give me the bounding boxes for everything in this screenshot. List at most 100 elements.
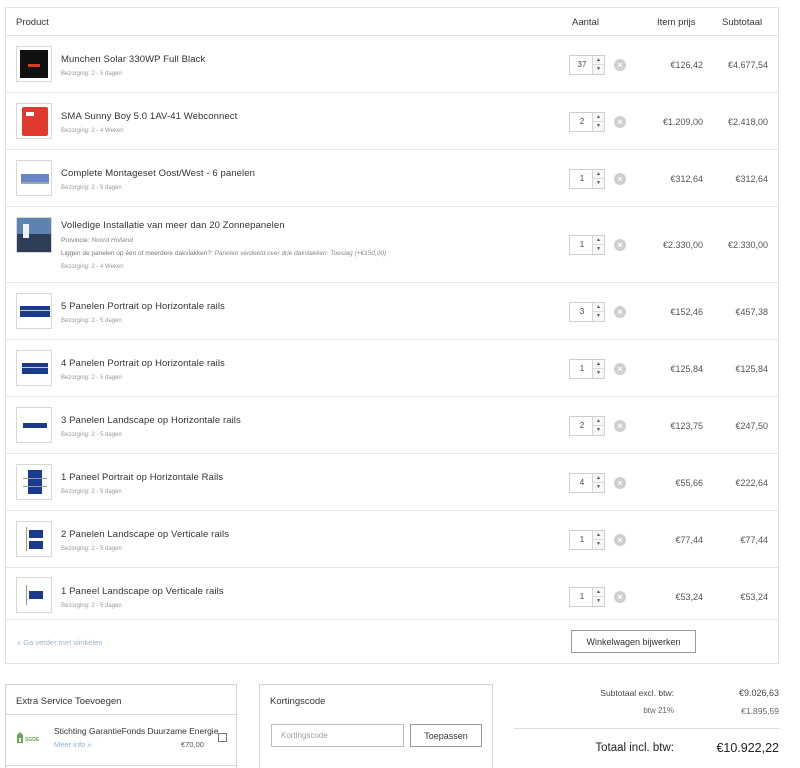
product-thumbnail[interactable]: [16, 407, 52, 443]
quantity-value[interactable]: 37: [572, 60, 592, 69]
quantity-spinner[interactable]: ▲ ▼: [592, 531, 604, 549]
item-price: €126,42: [670, 60, 703, 70]
spin-up-icon[interactable]: ▲: [593, 236, 604, 245]
product-name[interactable]: 3 Panelen Landscape op Horizontale rails: [61, 415, 241, 426]
quantity-stepper[interactable]: 37 ▲ ▼: [569, 55, 605, 75]
remove-item-icon[interactable]: ×: [614, 306, 626, 318]
spin-down-icon[interactable]: ▼: [593, 312, 604, 321]
spin-down-icon[interactable]: ▼: [593, 426, 604, 435]
product-thumbnail[interactable]: [16, 350, 52, 386]
product-name[interactable]: SMA Sunny Boy 5.0 1AV-41 Webconnect: [61, 111, 237, 122]
remove-item-icon[interactable]: ×: [614, 534, 626, 546]
spin-up-icon[interactable]: ▲: [593, 588, 604, 597]
item-price: €2.330,00: [662, 240, 703, 250]
quantity-stepper[interactable]: 1 ▲ ▼: [569, 169, 605, 189]
service-checkbox[interactable]: [218, 733, 227, 742]
quantity-spinner[interactable]: ▲ ▼: [592, 170, 604, 188]
quantity-stepper[interactable]: 1 ▲ ▼: [569, 530, 605, 550]
spin-down-icon[interactable]: ▼: [593, 122, 604, 131]
spin-up-icon[interactable]: ▲: [593, 417, 604, 426]
quantity-spinner[interactable]: ▲ ▼: [592, 360, 604, 378]
more-info-link[interactable]: Meer info »: [54, 740, 92, 749]
spin-up-icon[interactable]: ▲: [593, 474, 604, 483]
product-name[interactable]: 1 Paneel Portrait op Horizontale Rails: [61, 472, 223, 483]
cart-row: 5 Panelen Portrait op Horizontale rails …: [6, 284, 778, 340]
quantity-stepper[interactable]: 3 ▲ ▼: [569, 302, 605, 322]
coupon-panel: Kortingscode Toepassen: [259, 684, 493, 768]
spin-up-icon[interactable]: ▲: [593, 170, 604, 179]
quantity-value[interactable]: 4: [572, 478, 592, 487]
spin-up-icon[interactable]: ▲: [593, 303, 604, 312]
quantity-stepper[interactable]: 1 ▲ ▼: [569, 235, 605, 255]
quantity-spinner[interactable]: ▲ ▼: [592, 236, 604, 254]
spin-down-icon[interactable]: ▼: [593, 179, 604, 188]
remove-item-icon[interactable]: ×: [614, 173, 626, 185]
quantity-stepper[interactable]: 2 ▲ ▼: [569, 112, 605, 132]
product-thumbnail[interactable]: [16, 577, 52, 613]
quantity-spinner[interactable]: ▲ ▼: [592, 56, 604, 74]
quantity-spinner[interactable]: ▲ ▼: [592, 113, 604, 131]
quantity-spinner[interactable]: ▲ ▼: [592, 474, 604, 492]
product-thumbnail[interactable]: [16, 293, 52, 329]
product-name[interactable]: Volledige Installatie van meer dan 20 Zo…: [61, 220, 285, 231]
product-name[interactable]: 4 Panelen Portrait op Horizontale rails: [61, 358, 225, 369]
spin-up-icon[interactable]: ▲: [593, 56, 604, 65]
spin-down-icon[interactable]: ▼: [593, 369, 604, 378]
quantity-value[interactable]: 3: [572, 307, 592, 316]
product-name[interactable]: 1 Paneel Landscape op Verticale rails: [61, 586, 224, 597]
product-thumbnail[interactable]: [16, 464, 52, 500]
quantity-value[interactable]: 1: [572, 174, 592, 183]
quantity-stepper[interactable]: 1 ▲ ▼: [569, 587, 605, 607]
roof-option-line: Liggen de panelen op één of meerdere dak…: [61, 250, 386, 257]
remove-item-icon[interactable]: ×: [614, 477, 626, 489]
spin-down-icon[interactable]: ▼: [593, 245, 604, 254]
quantity-spinner[interactable]: ▲ ▼: [592, 588, 604, 606]
item-price: €312,64: [670, 174, 703, 184]
remove-item-icon[interactable]: ×: [614, 420, 626, 432]
quantity-stepper[interactable]: 4 ▲ ▼: [569, 473, 605, 493]
quantity-value[interactable]: 2: [572, 421, 592, 430]
subtotal-value: €9.026,63: [738, 688, 779, 698]
quantity-spinner[interactable]: ▲ ▼: [592, 417, 604, 435]
quantity-stepper[interactable]: 2 ▲ ▼: [569, 416, 605, 436]
item-subtotal: €77,44: [740, 535, 768, 545]
apply-coupon-button[interactable]: Toepassen: [410, 724, 482, 747]
spin-up-icon[interactable]: ▲: [593, 113, 604, 122]
product-name[interactable]: Complete Montageset Oost/West - 6 panele…: [61, 168, 255, 179]
product-thumbnail[interactable]: [16, 46, 52, 82]
province-value: Noord Holland: [91, 237, 133, 244]
product-thumbnail[interactable]: [16, 103, 52, 139]
spin-down-icon[interactable]: ▼: [593, 483, 604, 492]
remove-item-icon[interactable]: ×: [614, 363, 626, 375]
product-thumbnail[interactable]: [16, 521, 52, 557]
coupon-input[interactable]: [271, 724, 404, 747]
header-product: Product: [16, 17, 49, 28]
remove-item-icon[interactable]: ×: [614, 59, 626, 71]
item-subtotal: €247,50: [735, 421, 768, 431]
quantity-value[interactable]: 1: [572, 364, 592, 373]
spin-up-icon[interactable]: ▲: [593, 531, 604, 540]
remove-item-icon[interactable]: ×: [614, 239, 626, 251]
item-price: €125,84: [670, 364, 703, 374]
remove-item-icon[interactable]: ×: [614, 591, 626, 603]
spin-down-icon[interactable]: ▼: [593, 540, 604, 549]
quantity-value[interactable]: 1: [572, 592, 592, 601]
spin-up-icon[interactable]: ▲: [593, 360, 604, 369]
product-name[interactable]: 2 Panelen Landscape op Verticale rails: [61, 529, 229, 540]
cart-table: Product Aantal Item prijs Subtotaal Munc…: [5, 7, 779, 664]
product-thumbnail[interactable]: [16, 160, 52, 196]
quantity-value[interactable]: 1: [572, 535, 592, 544]
delivery-time: Bezorging: 2 - 4 Weken: [61, 128, 124, 134]
quantity-stepper[interactable]: 1 ▲ ▼: [569, 359, 605, 379]
update-cart-button[interactable]: Winkelwagen bijwerken: [571, 630, 696, 653]
continue-shopping-link[interactable]: « Ga verder met winkelen: [17, 638, 102, 647]
spin-down-icon[interactable]: ▼: [593, 597, 604, 606]
spin-down-icon[interactable]: ▼: [593, 65, 604, 74]
product-name[interactable]: 5 Panelen Portrait op Horizontale rails: [61, 301, 225, 312]
product-thumbnail[interactable]: [16, 217, 52, 253]
remove-item-icon[interactable]: ×: [614, 116, 626, 128]
quantity-value[interactable]: 2: [572, 117, 592, 126]
quantity-value[interactable]: 1: [572, 240, 592, 249]
product-name[interactable]: Munchen Solar 330WP Full Black: [61, 54, 205, 65]
quantity-spinner[interactable]: ▲ ▼: [592, 303, 604, 321]
